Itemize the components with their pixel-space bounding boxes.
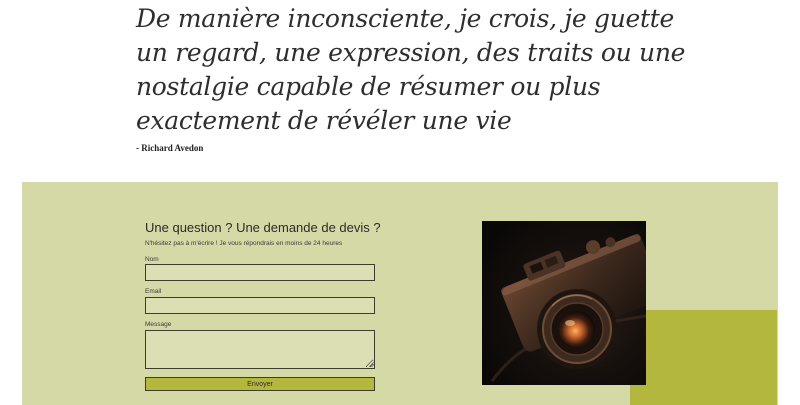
email-input[interactable] — [145, 297, 375, 314]
camera-illustration — [482, 221, 646, 385]
quote-text: De manière inconsciente, je crois, je gu… — [136, 4, 686, 135]
message-label: Message — [145, 321, 172, 328]
submit-button[interactable]: Envoyer — [145, 377, 375, 391]
name-input[interactable] — [145, 264, 375, 281]
camera-photo — [482, 221, 646, 385]
quote-author: - Richard Avedon — [136, 143, 204, 153]
accent-block — [630, 310, 777, 405]
form-title: Une question ? Une demande de devis ? — [145, 220, 381, 235]
form-subtitle: N'hésitez pas à m'écrire ! Je vous répon… — [145, 240, 343, 247]
message-textarea[interactable] — [145, 330, 375, 369]
name-label: Nom — [145, 256, 159, 263]
email-label: Email — [145, 288, 162, 295]
quote-section: De manière inconsciente, je crois, je gu… — [0, 0, 800, 182]
